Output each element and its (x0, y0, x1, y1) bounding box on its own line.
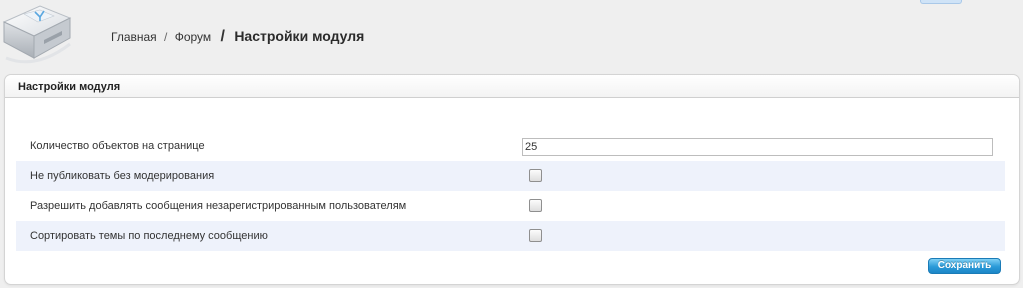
moderation-label: Не публиковать без модерирования (30, 170, 215, 182)
sort-topics-label: Сортировать темы по последнему сообщению (30, 230, 268, 242)
guest-posts-label: Разрешить добавлять сообщения незарегист… (30, 200, 407, 212)
items-per-page-input[interactable] (522, 138, 993, 156)
sort-topics-checkbox[interactable] (529, 229, 542, 242)
page-title: Настройки модуля (234, 28, 365, 44)
breadcrumb-separator: / (164, 30, 168, 44)
breadcrumb-forum[interactable]: Форум (175, 30, 211, 44)
items-per-page-label: Количество объектов на странице (30, 140, 205, 152)
settings-row-sort-topics: Сортировать темы по последнему сообщению (16, 221, 1005, 251)
guest-posts-checkbox[interactable] (529, 199, 542, 212)
settings-row-moderation: Не публиковать без модерирования (16, 161, 1005, 191)
router-device-icon (0, 0, 74, 68)
settings-row-items-per-page: Количество объектов на странице (16, 131, 1005, 161)
save-button[interactable]: Сохранить (928, 258, 1001, 274)
breadcrumb-separator-main: / (220, 28, 225, 45)
breadcrumb: Главная / Форум / Настройки модуля (111, 28, 364, 46)
top-tab[interactable] (920, 0, 962, 4)
header: Главная / Форум / Настройки модуля (0, 0, 1023, 74)
settings-row-guest-posts: Разрешить добавлять сообщения незарегист… (16, 191, 1005, 221)
moderation-checkbox[interactable] (529, 169, 542, 182)
panel-title: Настройки модуля (18, 81, 121, 93)
module-settings-panel: Настройки модуля Количество объектов на … (4, 74, 1020, 285)
breadcrumb-home[interactable]: Главная (111, 30, 157, 44)
panel-header: Настройки модуля (5, 75, 1019, 98)
